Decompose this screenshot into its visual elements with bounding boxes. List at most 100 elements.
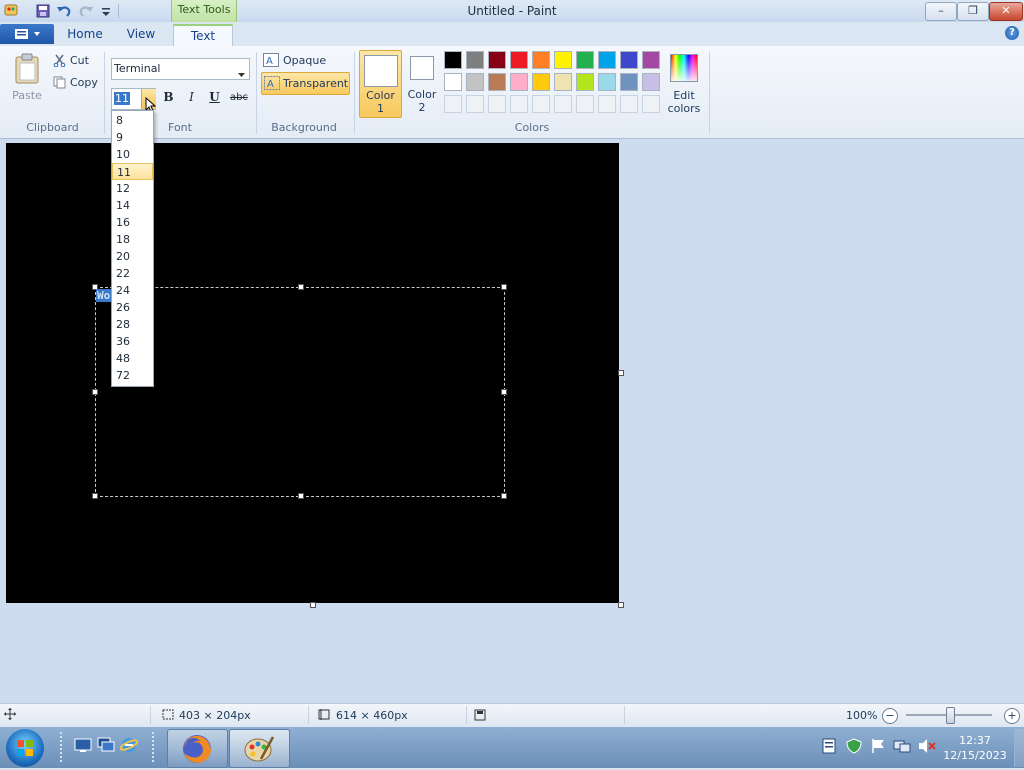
text-box-handle[interactable] xyxy=(298,284,304,290)
application-menu-button[interactable] xyxy=(0,24,54,44)
palette-color-swatch[interactable] xyxy=(466,73,484,91)
tray-volume-muted-icon[interactable] xyxy=(918,738,936,754)
help-button[interactable]: ? xyxy=(1005,26,1019,40)
palette-empty-slot[interactable] xyxy=(642,95,660,113)
paint-palette-icon xyxy=(243,733,275,768)
font-size-option[interactable]: 10 xyxy=(112,146,153,163)
font-size-option[interactable]: 22 xyxy=(112,265,153,282)
zoom-slider-thumb[interactable] xyxy=(946,707,955,724)
text-box-handle[interactable] xyxy=(501,493,507,499)
font-size-option[interactable]: 18 xyxy=(112,231,153,248)
text-box-selection[interactable] xyxy=(95,287,505,497)
font-size-option[interactable]: 28 xyxy=(112,316,153,333)
cut-button[interactable]: Cut xyxy=(70,54,89,67)
paste-button[interactable]: Paste xyxy=(10,89,44,102)
font-size-option[interactable]: 26 xyxy=(112,299,153,316)
palette-color-swatch[interactable] xyxy=(444,73,462,91)
font-size-option[interactable]: 8 xyxy=(112,112,153,129)
palette-empty-slot[interactable] xyxy=(598,95,616,113)
font-size-option[interactable]: 48 xyxy=(112,350,153,367)
taskbar-paint-button[interactable] xyxy=(229,729,290,768)
restore-button[interactable]: ❐ xyxy=(957,2,989,21)
text-box-handle[interactable] xyxy=(501,389,507,395)
text-box-handle[interactable] xyxy=(501,284,507,290)
tab-view[interactable]: View xyxy=(115,24,167,45)
palette-empty-slot[interactable] xyxy=(620,95,638,113)
palette-color-swatch[interactable] xyxy=(510,73,528,91)
palette-color-swatch[interactable] xyxy=(642,73,660,91)
font-size-option[interactable]: 14 xyxy=(112,197,153,214)
palette-color-swatch[interactable] xyxy=(576,51,594,69)
show-desktop-button[interactable] xyxy=(1014,729,1024,767)
tray-action-center-flag-icon[interactable] xyxy=(870,738,886,754)
italic-button[interactable]: I xyxy=(181,88,202,107)
minimize-button[interactable]: – xyxy=(925,2,957,21)
palette-color-swatch[interactable] xyxy=(598,51,616,69)
palette-color-swatch[interactable] xyxy=(444,51,462,69)
palette-empty-slot[interactable] xyxy=(576,95,594,113)
underline-button[interactable]: U xyxy=(204,88,225,107)
transparent-button[interactable]: A Transparent xyxy=(261,72,350,95)
palette-color-swatch[interactable] xyxy=(642,51,660,69)
cut-icon[interactable] xyxy=(53,54,66,68)
palette-color-swatch[interactable] xyxy=(532,73,550,91)
zoom-out-button[interactable]: − xyxy=(882,708,898,724)
copy-icon[interactable] xyxy=(53,76,66,89)
tab-text[interactable]: Text xyxy=(173,24,233,47)
internet-explorer-icon[interactable] xyxy=(119,736,139,754)
tab-home[interactable]: Home xyxy=(60,24,110,45)
text-box-handle[interactable] xyxy=(298,493,304,499)
palette-empty-slot[interactable] xyxy=(510,95,528,113)
palette-color-swatch[interactable] xyxy=(620,51,638,69)
font-size-option[interactable]: 16 xyxy=(112,214,153,231)
palette-color-swatch[interactable] xyxy=(554,73,572,91)
canvas-resize-handle-corner[interactable] xyxy=(618,602,624,608)
palette-empty-slot[interactable] xyxy=(444,95,462,113)
palette-color-swatch[interactable] xyxy=(466,51,484,69)
show-desktop-icon[interactable] xyxy=(74,737,92,753)
canvas-resize-handle-right[interactable] xyxy=(618,370,624,376)
palette-color-swatch[interactable] xyxy=(598,73,616,91)
palette-empty-slot[interactable] xyxy=(466,95,484,113)
tray-security-icon[interactable] xyxy=(846,738,862,754)
font-size-option[interactable]: 20 xyxy=(112,248,153,265)
font-size-option[interactable]: 11 xyxy=(112,163,153,180)
color-2-button[interactable]: Color 2 xyxy=(402,50,442,116)
close-button[interactable]: ✕ xyxy=(989,2,1023,21)
tray-network-icon[interactable] xyxy=(893,738,911,754)
switch-windows-icon[interactable] xyxy=(97,737,115,753)
palette-color-swatch[interactable] xyxy=(554,51,572,69)
text-box-handle[interactable] xyxy=(92,389,98,395)
opaque-button[interactable]: Opaque xyxy=(283,54,326,67)
group-separator xyxy=(104,52,105,134)
palette-color-swatch[interactable] xyxy=(620,73,638,91)
paste-icon[interactable] xyxy=(13,53,41,85)
palette-color-swatch[interactable] xyxy=(510,51,528,69)
edit-colors-button[interactable]: Edit colors xyxy=(668,50,700,116)
canvas-resize-handle-bottom[interactable] xyxy=(310,602,316,608)
copy-button[interactable]: Copy xyxy=(70,76,98,89)
font-size-option[interactable]: 72 xyxy=(112,367,153,384)
taskbar-clock[interactable]: 12:37 12/15/2023 xyxy=(942,733,1008,763)
palette-color-swatch[interactable] xyxy=(532,51,550,69)
font-size-option[interactable]: 24 xyxy=(112,282,153,299)
palette-color-swatch[interactable] xyxy=(488,73,506,91)
strikethrough-button[interactable]: abc xyxy=(227,88,251,107)
font-size-option[interactable]: 36 xyxy=(112,333,153,350)
bold-button[interactable]: B xyxy=(158,88,179,107)
taskbar-firefox-button[interactable] xyxy=(167,729,228,768)
opaque-icon[interactable]: A xyxy=(263,53,279,67)
font-size-option[interactable]: 12 xyxy=(112,180,153,197)
palette-color-swatch[interactable] xyxy=(488,51,506,69)
zoom-in-button[interactable]: + xyxy=(1004,708,1020,724)
palette-empty-slot[interactable] xyxy=(532,95,550,113)
tray-notes-icon[interactable] xyxy=(822,738,836,754)
palette-empty-slot[interactable] xyxy=(554,95,572,113)
start-button[interactable] xyxy=(6,729,44,767)
font-family-combobox[interactable]: Terminal xyxy=(111,58,250,80)
color-1-button[interactable]: Color 1 xyxy=(359,50,402,118)
text-box-handle[interactable] xyxy=(92,493,98,499)
palette-color-swatch[interactable] xyxy=(576,73,594,91)
palette-empty-slot[interactable] xyxy=(488,95,506,113)
font-size-option[interactable]: 9 xyxy=(112,129,153,146)
